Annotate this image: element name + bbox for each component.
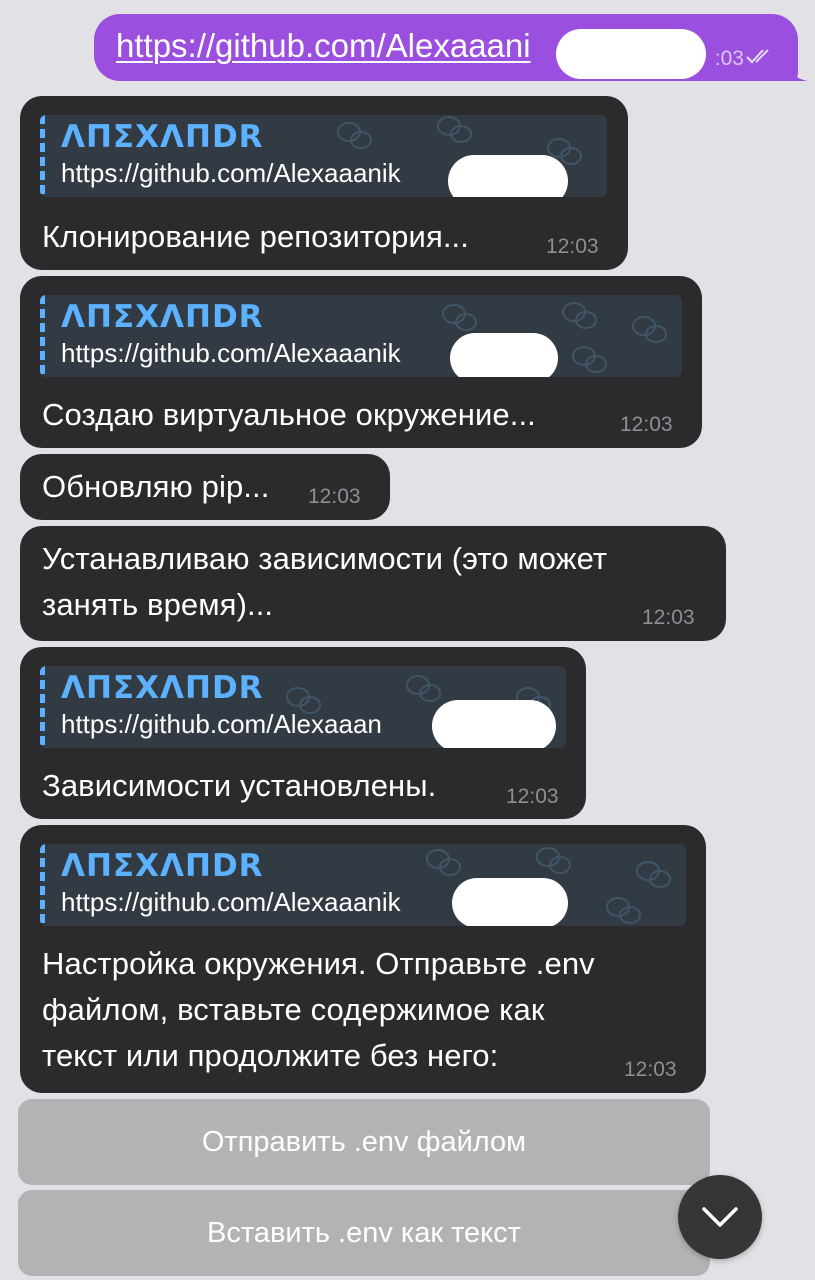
message-time: :03: [714, 47, 744, 70]
outgoing-message[interactable]: https://github.com/Alexaaani :03: [94, 14, 808, 81]
message-time: 12:03: [546, 235, 599, 258]
quote-author: ΛΠΣXΛΠDR: [61, 299, 264, 335]
message-text: Устанавливаю зависимости (это может: [42, 541, 608, 576]
incoming-message[interactable]: ΛΠΣXΛΠDR https://github.com/Alexaaan Зав…: [20, 647, 586, 819]
quote-link[interactable]: https://github.com/Alexaaanik: [61, 158, 401, 189]
double-check-icon: [746, 49, 769, 64]
quote-link[interactable]: https://github.com/Alexaaanik: [61, 887, 401, 918]
message-text: файлом, вставьте содержимое как: [42, 992, 545, 1027]
message-time: 12:03: [642, 606, 695, 629]
redaction-mark: [432, 700, 556, 748]
reply-quote[interactable]: ΛΠΣXΛΠDR https://github.com/Alexaaanik: [40, 295, 682, 377]
quote-bar: [40, 115, 45, 197]
redaction-mark: [450, 333, 558, 377]
incoming-message[interactable]: ΛΠΣXΛΠDR https://github.com/Alexaaanik К…: [20, 96, 628, 270]
quote-link[interactable]: https://github.com/Alexaaanik: [61, 338, 401, 369]
message-text: Зависимости установлены.: [42, 768, 437, 803]
message-time: 12:03: [624, 1058, 677, 1081]
message-text: занять время)...: [42, 587, 274, 622]
message-text: Создаю виртуальное окружение...: [42, 397, 536, 432]
message-text: текст или продолжите без него:: [42, 1038, 499, 1073]
paste-env-text-button[interactable]: Вставить .env как текст: [18, 1190, 710, 1276]
quote-author: ΛΠΣXΛΠDR: [61, 848, 264, 884]
message-text: Обновляю pip...: [42, 469, 270, 504]
redaction-mark: [452, 878, 568, 926]
outgoing-link[interactable]: https://github.com/Alexaaani: [116, 27, 531, 65]
incoming-message[interactable]: ΛΠΣXΛΠDR https://github.com/Alexaaanik Н…: [20, 825, 706, 1093]
redaction-mark: [448, 155, 568, 197]
reply-quote[interactable]: ΛΠΣXΛΠDR https://github.com/Alexaaan: [40, 666, 566, 748]
redaction-mark: [556, 29, 706, 79]
send-env-file-button[interactable]: Отправить .env файлом: [18, 1099, 710, 1185]
quote-bar: [40, 844, 45, 926]
reply-quote[interactable]: ΛΠΣXΛΠDR https://github.com/Alexaaanik: [40, 115, 607, 197]
quote-bar: [40, 295, 45, 377]
chevron-down-icon: [702, 1207, 738, 1227]
message-text: Настройка окружения. Отправьте .env: [42, 946, 595, 981]
quote-bar: [40, 666, 45, 748]
incoming-message[interactable]: ΛΠΣXΛΠDR https://github.com/Alexaaanik С…: [20, 276, 702, 448]
reply-quote[interactable]: ΛΠΣXΛΠDR https://github.com/Alexaaanik: [40, 844, 686, 926]
message-time: 12:03: [308, 485, 361, 508]
message-time: 12:03: [620, 413, 673, 436]
quote-link[interactable]: https://github.com/Alexaaan: [61, 709, 382, 740]
message-time: 12:03: [506, 785, 559, 808]
scroll-down-button[interactable]: [678, 1175, 762, 1259]
message-text: Клонирование репозитория...: [42, 219, 469, 254]
quote-author: ΛΠΣXΛΠDR: [61, 119, 264, 155]
incoming-message[interactable]: Обновляю pip... 12:03: [20, 454, 390, 520]
quote-author: ΛΠΣXΛΠDR: [61, 670, 264, 706]
bubble-tail: [788, 59, 808, 81]
incoming-message[interactable]: Устанавливаю зависимости (это может заня…: [20, 526, 726, 641]
